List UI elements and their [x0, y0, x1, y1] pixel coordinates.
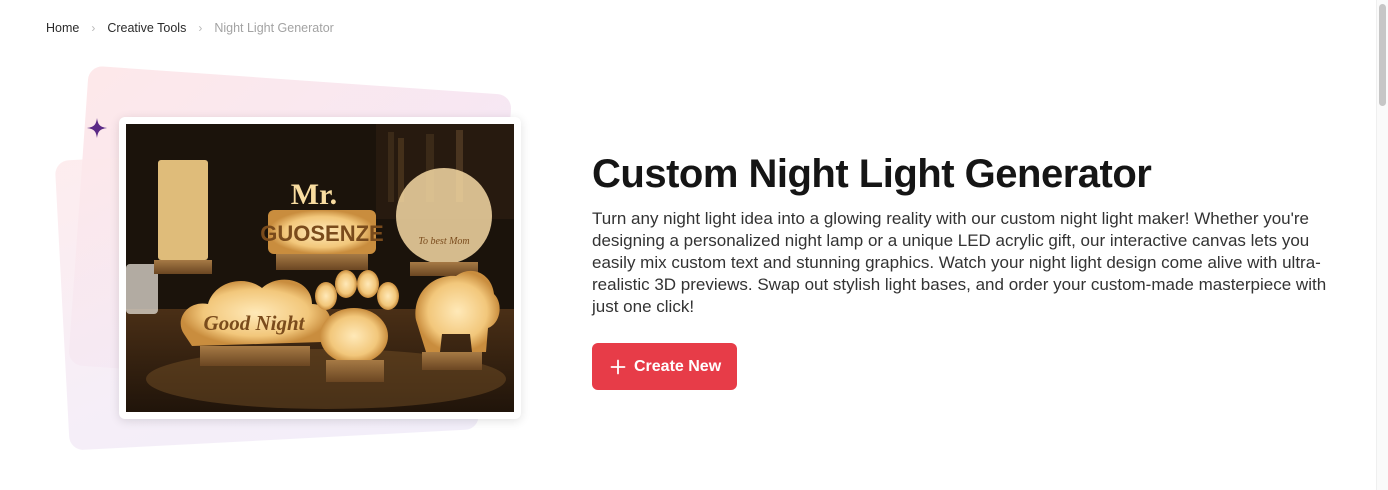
chevron-right-icon: › — [91, 21, 96, 35]
create-new-label: Create New — [634, 357, 722, 375]
scrollbar-thumb[interactable] — [1379, 4, 1386, 106]
hero-image-frame: GUOSENZE Mr. To best Mom Good Night — [119, 117, 521, 419]
breadcrumb-home[interactable]: Home — [46, 20, 79, 36]
sparkle-icon — [87, 118, 107, 138]
page-title: Custom Night Light Generator — [592, 152, 1152, 196]
hero-content: Custom Night Light Generator Turn any ni… — [592, 150, 1352, 390]
plus-icon — [610, 359, 626, 374]
chevron-right-icon: › — [198, 21, 203, 35]
photo-sign-text: GUOSENZE — [260, 221, 383, 246]
photo-sign-text: Mr. — [291, 178, 337, 211]
hero-image: GUOSENZE Mr. To best Mom Good Night — [126, 124, 514, 412]
scrollbar[interactable] — [1376, 0, 1388, 490]
breadcrumb-current: Night Light Generator — [214, 21, 334, 35]
create-new-button[interactable]: Create New — [592, 343, 738, 390]
breadcrumb: Home › Creative Tools › Night Light Gene… — [46, 20, 334, 36]
night-lights-photo: GUOSENZE Mr. To best Mom Good Night — [126, 124, 514, 412]
photo-sign-text: Good Night — [204, 311, 306, 335]
page-description: Turn any night light idea into a glowing… — [592, 209, 1327, 316]
breadcrumb-creative-tools[interactable]: Creative Tools — [107, 20, 186, 36]
photo-sign-text: To best Mom — [418, 236, 469, 247]
page: Home › Creative Tools › Night Light Gene… — [0, 0, 1388, 490]
